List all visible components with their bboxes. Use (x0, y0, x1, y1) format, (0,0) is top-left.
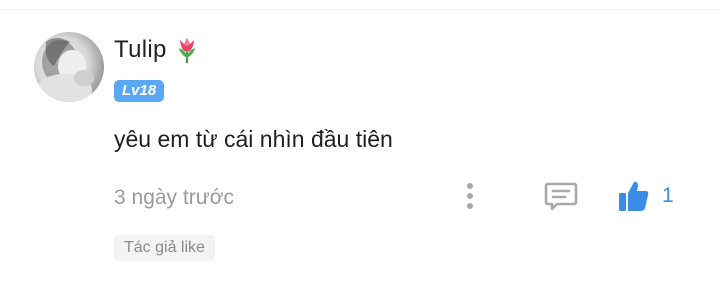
author-like-tag: Tác giả like (114, 235, 215, 261)
comment-icon (544, 182, 578, 211)
thumbs-up-icon (619, 181, 649, 211)
more-options-button[interactable] (460, 180, 480, 212)
more-vertical-icon (467, 183, 473, 209)
top-divider (0, 9, 720, 10)
tulip-icon (175, 36, 199, 64)
username[interactable]: Tulip (114, 36, 167, 64)
comment-text: yêu em từ cái nhìn đầu tiên (114, 126, 393, 152)
timestamp: 3 ngày trước (114, 186, 235, 209)
like-button[interactable]: 1 (618, 178, 674, 214)
username-row[interactable]: Tulip (114, 36, 199, 64)
level-badge: Lv18 (114, 80, 165, 102)
reply-button[interactable] (543, 180, 579, 212)
avatar[interactable] (34, 32, 104, 102)
like-count: 1 (662, 184, 674, 207)
